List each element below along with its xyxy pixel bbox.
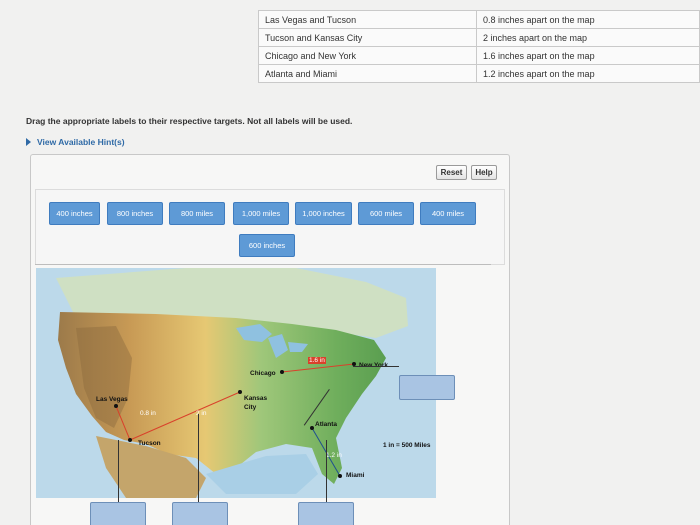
table-cell-distance: 2 inches apart on the map	[476, 28, 700, 47]
label-chip[interactable]: 1,000 miles	[233, 202, 289, 225]
map-label-chicago: Chicago	[250, 370, 276, 377]
label-chip[interactable]: 1,000 inches	[295, 202, 352, 225]
measure-label-atl-miami: 1.2 in	[326, 452, 342, 459]
drop-target-las-vegas-tucson[interactable]	[90, 502, 146, 525]
table-row: Atlanta and Miami 1.2 inches apart on th…	[258, 64, 700, 83]
table-cell-cities: Atlanta and Miami	[258, 64, 477, 83]
hint-link[interactable]: View Available Hint(s)	[26, 137, 125, 147]
label-chip[interactable]: 800 inches	[107, 202, 163, 225]
distance-table: Las Vegas and Tucson 0.8 inches apart on…	[258, 10, 700, 83]
label-chip[interactable]: 800 miles	[169, 202, 225, 225]
table-cell-distance: 0.8 inches apart on the map	[476, 10, 700, 29]
expand-triangle-icon	[26, 138, 31, 146]
label-bank: 400 inches 800 inches 800 miles 1,000 mi…	[35, 189, 505, 265]
table-cell-distance: 1.6 inches apart on the map	[476, 46, 700, 65]
label-chip[interactable]: 400 miles	[420, 202, 476, 225]
us-map: Las Vegas Tucson Kansas City Chicago New…	[36, 268, 436, 498]
reset-button[interactable]: Reset	[436, 165, 467, 180]
map-label-tucson: Tucson	[138, 440, 161, 447]
hint-link-label: View Available Hint(s)	[37, 137, 125, 147]
map-label-kansas-city-line2: City	[244, 404, 257, 411]
table-cell-cities: Chicago and New York	[258, 46, 477, 65]
table-row: Tucson and Kansas City 2 inches apart on…	[258, 28, 700, 47]
table-row: Las Vegas and Tucson 0.8 inches apart on…	[258, 10, 700, 29]
map-label-miami: Miami	[346, 472, 365, 479]
map-label-atlanta: Atlanta	[315, 421, 338, 428]
measure-label-lv-tucson: 0.8 in	[140, 410, 156, 417]
us-map-graphic	[36, 268, 436, 498]
leader-line	[353, 366, 399, 367]
map-label-kansas-city-line1: Kansas	[244, 395, 268, 402]
measure-label-chi-ny: 1.6 in	[308, 357, 326, 364]
label-chip[interactable]: 400 inches	[49, 202, 100, 225]
instruction-text: Drag the appropriate labels to their res…	[26, 116, 353, 126]
help-button[interactable]: Help	[471, 165, 497, 180]
label-chip[interactable]: 600 miles	[358, 202, 414, 225]
table-cell-distance: 1.2 inches apart on the map	[476, 64, 700, 83]
drop-target-tucson-kansas-city[interactable]	[172, 502, 228, 525]
drop-target-chicago-new-york[interactable]	[399, 375, 455, 400]
table-row: Chicago and New York 1.6 inches apart on…	[258, 46, 700, 65]
drop-target-atlanta-miami[interactable]	[298, 502, 354, 525]
label-chip[interactable]: 600 inches	[239, 234, 295, 257]
leader-line	[198, 414, 199, 502]
leader-line	[118, 440, 119, 502]
table-cell-cities: Las Vegas and Tucson	[258, 10, 477, 29]
map-label-las-vegas: Las Vegas	[96, 396, 128, 403]
divider	[35, 264, 491, 265]
map-scale: 1 in = 500 Miles	[383, 442, 431, 449]
leader-line	[326, 440, 327, 502]
table-cell-cities: Tucson and Kansas City	[258, 28, 477, 47]
